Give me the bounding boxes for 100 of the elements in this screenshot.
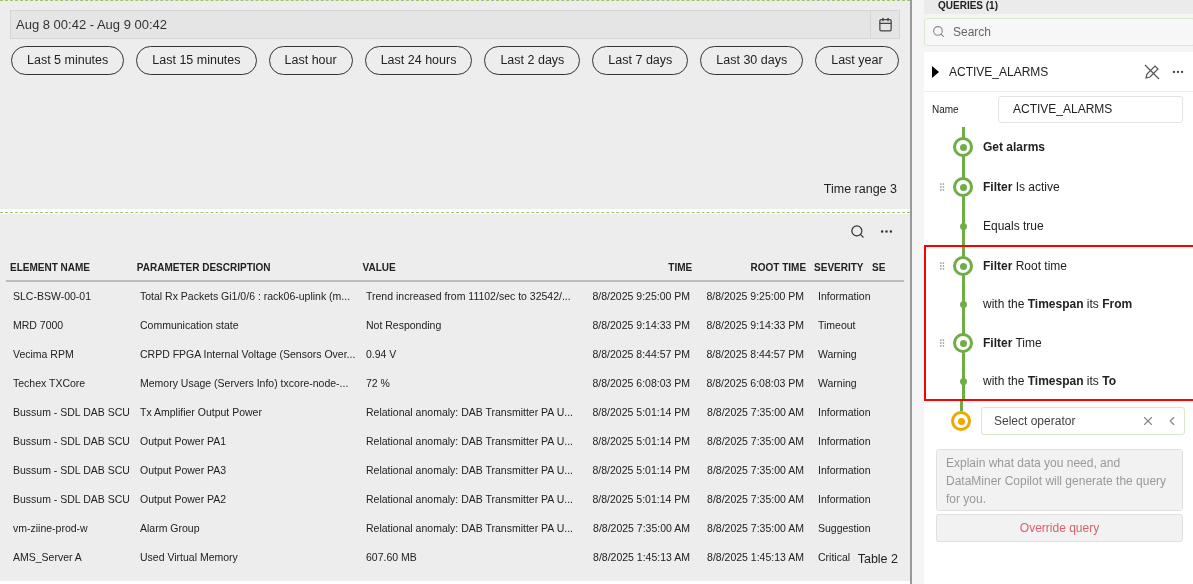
- table-cell-text: 8/8/2025 7:35:00 AM: [706, 520, 805, 536]
- table-cell-text: 8/8/2025 9:25:00 PM: [591, 288, 691, 304]
- table-cell-text: 8/8/2025 9:14:33 PM: [705, 317, 805, 333]
- table-cell-text: 8/8/2025 6:08:03 PM: [591, 375, 691, 391]
- table-cell-text: Information: [817, 462, 869, 478]
- drag-handle-icon[interactable]: [937, 337, 947, 349]
- table-cell-text: 607.60 MB: [365, 549, 418, 565]
- table-cell-text: Bussum - SDL DAB SCU: [12, 404, 131, 420]
- step-title: Filter Time: [983, 335, 1042, 352]
- column-header[interactable]: SE: [868, 259, 904, 275]
- table-cell-text: Output Power PA3: [139, 462, 228, 478]
- table-cell-text: 8/8/2025 7:35:00 AM: [706, 433, 805, 449]
- column-header[interactable]: ROOT TIME: [696, 259, 811, 275]
- table-cell-text: Timeout: [817, 317, 857, 333]
- preset-button[interactable]: Last year: [815, 46, 899, 75]
- column-header[interactable]: TIME: [584, 259, 697, 275]
- table-cell-text: Information: [817, 433, 869, 449]
- step-title: Get alarms: [983, 139, 1046, 156]
- name-field[interactable]: ACTIVE_ALARMS: [998, 95, 1183, 123]
- column-header[interactable]: PARAMETER DESCRIPTION: [132, 259, 359, 275]
- table-cell-text: 8/8/2025 8:44:57 PM: [705, 346, 805, 362]
- table-cell-text: vm-ziine-prod-w: [12, 520, 89, 536]
- column-header[interactable]: VALUE: [358, 259, 585, 275]
- table-cell-text: Vecima RPM: [12, 346, 75, 362]
- preset-button[interactable]: Last 2 days: [484, 46, 581, 75]
- step-title: Filter Root time: [983, 258, 1068, 275]
- table-cell-text: 8/8/2025 6:08:03 PM: [705, 375, 805, 391]
- table-cell-text: 8/8/2025 1:45:13 AM: [706, 549, 805, 565]
- table-cell-text: Information: [817, 404, 869, 420]
- table-cell-text: Information: [817, 288, 869, 304]
- operator-select[interactable]: Select operator: [981, 407, 1185, 435]
- table-cell-text: Techex TXCore: [12, 375, 87, 391]
- copilot-field[interactable]: Explain what data you need, and DataMiner Copilot will generate the query for you.: [936, 449, 1183, 511]
- table-cell-text: 8/8/2025 5:01:14 PM: [591, 491, 691, 507]
- search-field[interactable]: Search: [924, 18, 1193, 46]
- table-cell-text: Output Power PA1: [139, 433, 228, 449]
- table-cell-text: AMS_Server A: [12, 549, 83, 565]
- preset-button[interactable]: Last hour: [268, 46, 353, 75]
- step-detail: Equals true: [983, 218, 1044, 235]
- name-label: Name: [932, 102, 960, 117]
- column-header[interactable]: SEVERITY: [810, 259, 868, 275]
- table-cell-text: 8/8/2025 8:44:57 PM: [591, 346, 691, 362]
- table-cell-text: Relational anomaly: DAB Transmitter PA U...: [365, 404, 574, 420]
- table-cell-text: 8/8/2025 7:35:00 AM: [706, 404, 805, 420]
- table-cell-text: Output Power PA2: [139, 491, 228, 507]
- step-title: Filter Is active: [983, 179, 1060, 196]
- table-cell-text: 8/8/2025 1:45:13 AM: [592, 549, 691, 565]
- table-cell-text: Relational anomaly: DAB Transmitter PA U...: [365, 433, 574, 449]
- table-cell-text: Memory Usage (Servers Info) txcore-node-...: [139, 375, 350, 391]
- table-cell-text: 8/8/2025 5:01:14 PM: [591, 404, 691, 420]
- table-cell-text: 8/8/2025 7:35:00 AM: [706, 462, 805, 478]
- table-cell-text: MRD 7000: [12, 317, 65, 333]
- pending-step-icon: [951, 411, 971, 431]
- clear-icon[interactable]: [1141, 414, 1155, 428]
- calendar-icon[interactable]: [877, 17, 893, 32]
- table-cell-text: Information: [817, 491, 869, 507]
- column-header[interactable]: ELEMENT NAME: [6, 259, 133, 275]
- table-cell-text: Bussum - SDL DAB SCU: [12, 462, 131, 478]
- preset-button[interactable]: Last 7 days: [592, 46, 689, 75]
- table-cell-text: Bussum - SDL DAB SCU: [12, 433, 131, 449]
- table-cell-text: 8/8/2025 7:35:00 AM: [706, 491, 805, 507]
- table-cell-text: 8/8/2025 9:25:00 PM: [705, 288, 805, 304]
- table-cell-text: SLC-BSW-00-01: [12, 288, 92, 304]
- table-cell-text: Trend increased from 11102/sec to 32542/...: [365, 288, 572, 304]
- expand-toggle-icon[interactable]: [932, 65, 939, 78]
- preset-button[interactable]: Last 5 minutes: [11, 46, 125, 75]
- pencil-off-icon[interactable]: [1143, 62, 1161, 81]
- table-cell-text: Used Virtual Memory: [139, 549, 239, 565]
- step-detail: with the Timespan its To: [983, 373, 1116, 390]
- preset-button[interactable]: Last 24 hours: [364, 46, 473, 75]
- table-cell-text: Total Rx Packets Gi1/0/6 : rack06-uplink (m...: [139, 288, 352, 304]
- table-cell-text: 0.94 V: [365, 346, 398, 362]
- table-cell-text: Relational anomaly: DAB Transmitter PA U...: [365, 520, 574, 536]
- table-cell-text: Tx Amplifier Output Power: [139, 404, 263, 420]
- panel-caption: Time range 3: [823, 181, 897, 199]
- table-cell-text: 8/8/2025 5:01:14 PM: [591, 462, 691, 478]
- table-cell-text: Warning: [817, 346, 858, 362]
- table-cell-text: Bussum - SDL DAB SCU: [12, 491, 131, 507]
- drag-handle-icon[interactable]: [937, 181, 947, 193]
- search-icon[interactable]: [850, 224, 865, 239]
- table-cell-text: Relational anomaly: DAB Transmitter PA U...: [365, 491, 574, 507]
- table-cell-text: 8/8/2025 9:14:33 PM: [591, 317, 691, 333]
- table-cell-text: Relational anomaly: DAB Transmitter PA U...: [365, 462, 574, 478]
- date-range-field[interactable]: Aug 8 00:42 - Aug 9 00:42: [10, 10, 900, 39]
- table-cell-text: Not Responding: [365, 317, 443, 333]
- table-cell-text: 8/8/2025 5:01:14 PM: [591, 433, 691, 449]
- table-cell-text: Warning: [817, 375, 858, 391]
- preset-button[interactable]: Last 30 days: [700, 46, 804, 75]
- query-title[interactable]: ACTIVE_ALARMS: [949, 62, 1133, 81]
- drag-handle-icon[interactable]: [937, 260, 947, 272]
- step-detail: with the Timespan its From: [983, 296, 1133, 313]
- table-cell-text: Communication state: [139, 317, 240, 333]
- table-cell-text: Alarm Group: [139, 520, 201, 536]
- section-header[interactable]: QUERIES (1): [924, 0, 1193, 14]
- table-cell-text: Suggestion: [817, 520, 869, 536]
- table-cell-text: 72 %: [365, 375, 391, 391]
- panel-caption: Table 2: [857, 551, 898, 569]
- table-cell-text: CRPD FPGA Internal Voltage (Sensors Over...: [139, 346, 357, 362]
- table-cell-text: 8/8/2025 7:35:00 AM: [592, 520, 691, 536]
- preset-button[interactable]: Last 15 minutes: [136, 46, 257, 75]
